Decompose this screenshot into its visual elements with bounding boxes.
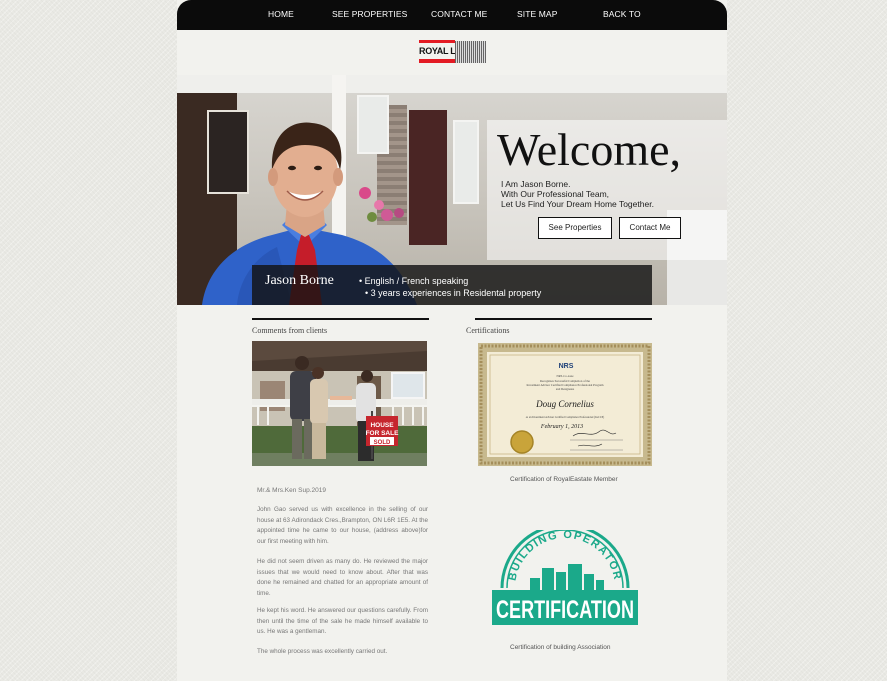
review-author: Mr.& Mrs.Ken Sup.2019 [257, 487, 327, 494]
certifications-divider [475, 318, 652, 320]
agent-bullet-2-text: 3 years experiences in Residental proper… [370, 288, 542, 298]
page-container: HOME SEE PROPERTIES CONTACT ME SITE MAP … [177, 0, 727, 681]
top-nav: HOME SEE PROPERTIES CONTACT ME SITE MAP … [177, 0, 727, 30]
comments-title: Comments from clients [252, 326, 328, 335]
agent-name: Jason Borne [265, 273, 334, 288]
logo-barcode-icon [455, 41, 486, 63]
see-properties-button[interactable]: See Properties [538, 217, 612, 239]
client-photo: HOUSE FOR SALE SOLD [252, 341, 427, 466]
cert1-holder: Doug Cornelius [535, 399, 594, 409]
cert1-text-5: as an Investment Adviser Certified Compl… [526, 416, 604, 419]
nav-contact-me[interactable]: CONTACT ME [431, 9, 487, 19]
nrs-certificate: NRS NRS-Co-zone Recognizes Successful Co… [478, 343, 652, 466]
cert1-text-4: and Designates [556, 387, 575, 391]
hero-banner: Welcome, I Am Jason Borne. With Our Prof… [177, 75, 727, 305]
bo-banner-text: CERTIFICATION [496, 596, 634, 624]
agent-bullet-1: • English / French speaking [359, 276, 469, 286]
cert1-seal-icon [510, 430, 534, 454]
welcome-title: Welcome, [497, 124, 682, 175]
nav-see-properties[interactable]: SEE PROPERTIES [332, 9, 407, 19]
review-paragraph-2: He did not seem driven as many do. He re… [257, 558, 428, 597]
welcome-line-3: Let Us Find Your Dream Home Together. [501, 199, 654, 209]
building-operator-certification-logo: BUILDING OPERATOR CERTIFICATION [492, 530, 638, 625]
logo-red-bar-top [419, 40, 455, 43]
royal-lepage-logo[interactable]: ROYAL LePAGE [419, 40, 486, 65]
sign-line-3: SOLD [374, 440, 391, 446]
agent-bullet-2: • 3 years experiences in Residental prop… [365, 288, 542, 298]
cert1-caption: Certification of RoyalEastate Member [510, 476, 618, 483]
sign-line-2: FOR SALE [366, 430, 400, 437]
agent-bullet-1-text: English / French speaking [364, 276, 469, 286]
nav-site-map[interactable]: SITE MAP [517, 9, 557, 19]
contact-me-button[interactable]: Contact Me [619, 217, 681, 239]
skyline-icon [530, 564, 604, 590]
nav-back-to[interactable]: BACK TO [603, 9, 641, 19]
welcome-line-2: With Our Professional Team, [501, 189, 610, 199]
cert1-org: NRS [559, 363, 574, 370]
welcome-line-1: I Am Jason Borne. [501, 179, 571, 189]
nav-home[interactable]: HOME [268, 9, 294, 19]
sign-line-1: HOUSE [370, 422, 394, 429]
review-paragraph-4: The whole process was excellently carrie… [257, 648, 388, 655]
cert1-date: February 1, 2013 [540, 424, 583, 430]
cert2-caption: Certification of building Association [510, 644, 611, 651]
logo-red-bar-bottom [419, 59, 455, 63]
comments-divider [252, 318, 429, 320]
agent-info-strip: Jason Borne • English / French speaking … [252, 265, 652, 305]
certifications-title: Certifications [466, 326, 510, 335]
review-paragraph-1: John Gao served us with excellence in th… [257, 506, 428, 545]
cert1-text-1: NRS-Co-zone [557, 374, 575, 378]
client-photo-scene: HOUSE FOR SALE SOLD [252, 341, 427, 466]
review-paragraph-3: He kept his word. He answered our questi… [257, 607, 428, 635]
